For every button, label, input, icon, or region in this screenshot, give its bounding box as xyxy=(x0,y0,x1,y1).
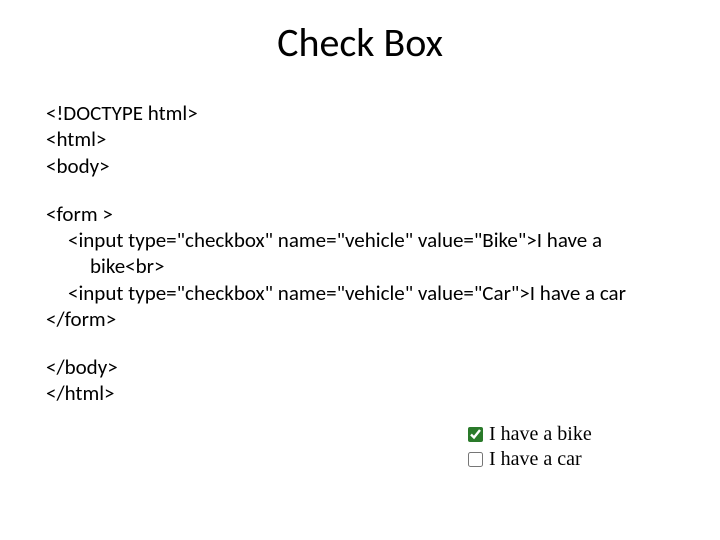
slide: Check Box <!DOCTYPE html> <html> <body> … xyxy=(0,0,720,540)
code-line: <!DOCTYPE html> xyxy=(46,100,666,126)
code-line: <form > xyxy=(46,201,666,227)
checkbox-bike[interactable] xyxy=(468,427,483,442)
code-line: </html> xyxy=(46,380,666,406)
code-block: <!DOCTYPE html> <html> <body> <form > <i… xyxy=(46,100,666,407)
blank-line xyxy=(46,332,666,354)
slide-title: Check Box xyxy=(0,18,720,67)
checkbox-label: I have a bike xyxy=(489,422,592,447)
code-line: </body> xyxy=(46,354,666,380)
code-line: <html> xyxy=(46,126,666,152)
code-line: <body> xyxy=(46,153,666,179)
checkbox-label: I have a car xyxy=(489,447,582,472)
code-line: <input type="checkbox" name="vehicle" va… xyxy=(46,280,666,306)
checkbox-car[interactable] xyxy=(468,452,483,467)
preview-row: I have a bike xyxy=(468,422,592,447)
code-line: </form> xyxy=(46,306,666,332)
preview-row: I have a car xyxy=(468,447,592,472)
code-line: <input type="checkbox" name="vehicle" va… xyxy=(46,227,666,253)
blank-line xyxy=(46,179,666,201)
code-line: bike<br> xyxy=(46,253,666,279)
rendered-preview: I have a bike I have a car xyxy=(468,422,592,472)
